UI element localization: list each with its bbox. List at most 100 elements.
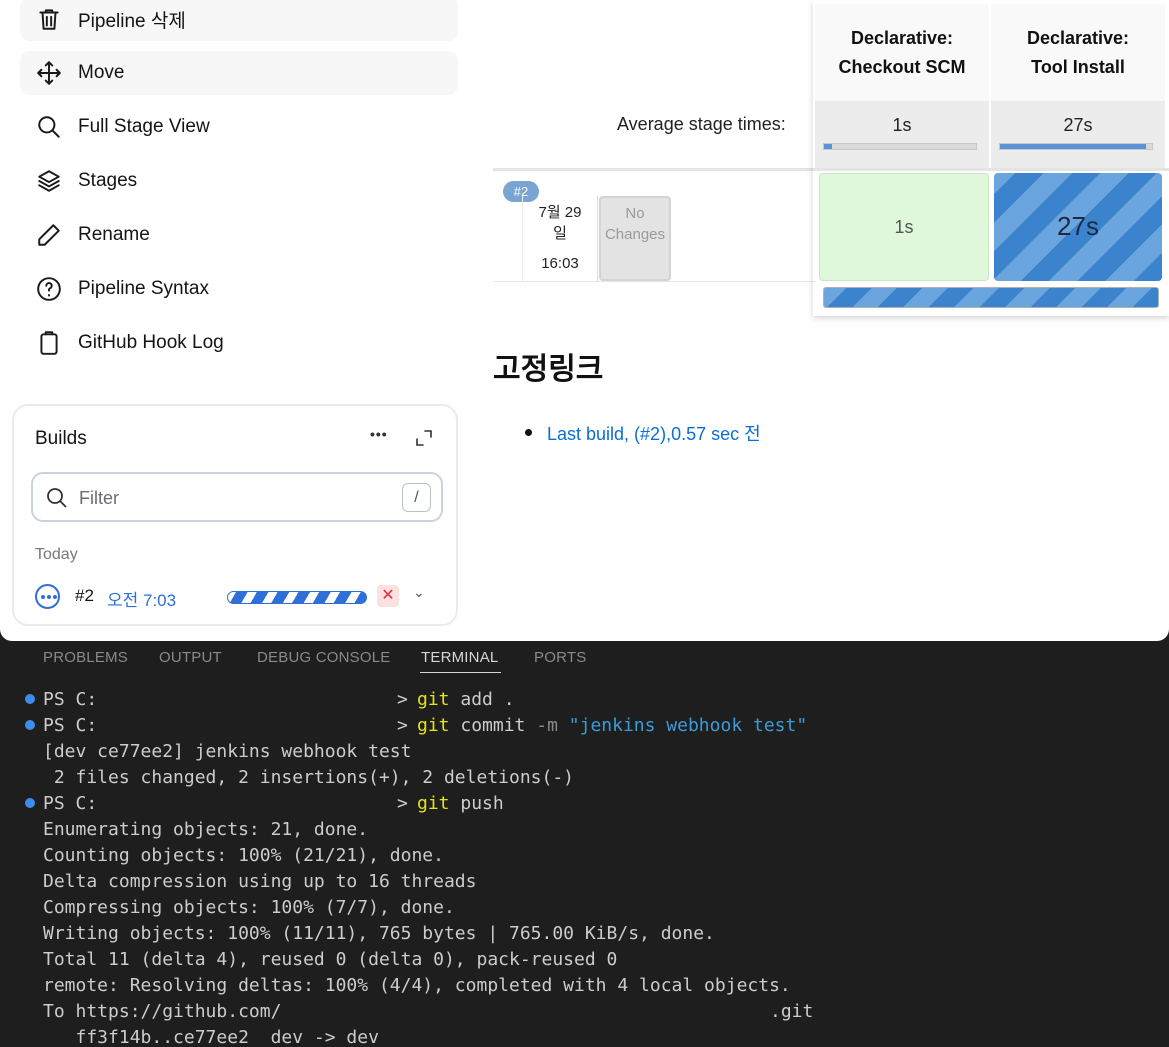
terminal-line: 2 files changed, 2 insertions(+), 2 dele…: [43, 767, 575, 788]
builds-card: Builds ••• Filter / Today #2 오전 7:03 ✕ ⌄: [12, 404, 458, 626]
sidebar-item-label: Rename: [78, 224, 150, 245]
command-status-icon: [25, 720, 35, 730]
terminal-line: PS C: > git push: [43, 791, 504, 817]
terminal-line: PS C: > git commit -m "jenkins webhook tes…: [43, 713, 807, 739]
tab-terminal[interactable]: TERMINAL: [421, 649, 498, 666]
stage-header-line: Declarative:: [850, 27, 954, 48]
divider: [493, 168, 1169, 171]
command-args: push: [460, 793, 504, 814]
search-icon: [34, 112, 64, 142]
sidebar-item-stages[interactable]: Stages: [20, 159, 458, 203]
jenkins-panel: Pipeline 삭제 Move Full Stage View Stages …: [0, 0, 1169, 641]
git-keyword: git: [417, 689, 450, 710]
run-changes[interactable]: No Changes: [599, 196, 671, 281]
sidebar-item-move[interactable]: Move: [20, 51, 458, 95]
build-progress-bar: [227, 591, 367, 604]
builds-group-label: Today: [35, 546, 78, 563]
sidebar-item-delete-pipeline[interactable]: Pipeline 삭제: [20, 0, 458, 41]
stage-cell-tool-install[interactable]: 27s: [994, 173, 1162, 281]
build-number[interactable]: #2: [75, 586, 94, 606]
avg-time-bar: [823, 143, 977, 150]
sidebar-item-label: Move: [78, 62, 125, 83]
permalinks-title: 고정링크: [493, 353, 604, 386]
run-progress-bar: [823, 287, 1159, 308]
move-icon: [34, 58, 64, 88]
filter-shortcut-key: /: [402, 483, 431, 512]
trash-icon: [34, 4, 64, 34]
expand-icon[interactable]: [414, 428, 434, 448]
stage-header-line: Declarative:: [1026, 27, 1130, 48]
avg-time-tool-install: 27s: [991, 101, 1165, 168]
builds-filter-input[interactable]: Filter /: [31, 472, 443, 522]
stop-build-icon[interactable]: ✕: [377, 585, 399, 607]
remote-suffix: .git: [770, 1001, 814, 1022]
build-time: 오전 7:03: [107, 591, 177, 610]
tab-output[interactable]: OUTPUT: [159, 649, 222, 666]
divider: [493, 281, 815, 282]
run-time: 16:03: [541, 255, 579, 272]
bullet: [525, 429, 532, 436]
help-circle-icon: [34, 274, 64, 304]
terminal-line: Enumerating objects: 21, done.: [43, 819, 369, 840]
avg-time-value: 27s: [1063, 115, 1093, 135]
terminal-line: Writing objects: 100% (11/11), 765 bytes…: [43, 923, 715, 944]
prompt: PS C:: [43, 689, 98, 710]
command-flag: -m: [536, 715, 558, 736]
sidebar-item-label: Pipeline 삭제: [78, 10, 186, 32]
running-status-icon: [35, 584, 60, 609]
average-stage-times-label: Average stage times:: [617, 114, 786, 134]
active-tab-underline: [420, 672, 501, 673]
run-date: 7월 29 일 16:03: [522, 196, 598, 281]
run-date-line: 일: [553, 225, 567, 242]
tab-ports[interactable]: PORTS: [534, 649, 586, 666]
sidebar-item-full-stage-view[interactable]: Full Stage View: [20, 105, 458, 149]
run-date-line: 7월 29: [538, 204, 582, 221]
prompt-end: >: [397, 689, 408, 710]
avg-time-value: 1s: [892, 115, 912, 135]
terminal-line: [dev ce77ee2] jenkins webhook test: [43, 741, 412, 762]
terminal-line: PS C: > git add .: [43, 687, 515, 713]
more-options-icon[interactable]: •••: [370, 426, 388, 442]
last-build-link[interactable]: Last build, (#2),0.57 sec 전: [547, 420, 761, 446]
terminal-line: To https://github.com/ .git: [43, 999, 813, 1025]
search-icon: [47, 488, 67, 508]
prompt: PS C:: [43, 715, 98, 736]
sidebar-item-github-hook-log[interactable]: GitHub Hook Log: [20, 321, 458, 365]
stage-header-tool-install: Declarative: Tool Install: [991, 4, 1165, 101]
sidebar-item-rename[interactable]: Rename: [20, 213, 458, 257]
terminal-line: Compressing objects: 100% (7/7), done.: [43, 897, 455, 918]
command-args: commit: [460, 715, 526, 736]
stage-header-checkout-scm: Declarative: Checkout SCM: [815, 4, 989, 101]
command-status-icon: [25, 798, 35, 808]
build-row[interactable]: #2 오전 7:03 ✕ ⌄: [35, 582, 435, 612]
chevron-down-icon[interactable]: ⌄: [413, 584, 425, 601]
prompt-end: >: [397, 715, 408, 736]
terminal-line: remote: Resolving deltas: 100% (4/4), co…: [43, 975, 791, 996]
sidebar-item-label: Full Stage View: [78, 116, 210, 137]
sidebar-item-label: GitHub Hook Log: [78, 332, 224, 353]
sidebar-item-label: Stages: [78, 170, 138, 191]
terminal-line: Total 11 (delta 4), reused 0 (delta 0), …: [43, 949, 618, 970]
prompt-end: >: [397, 793, 408, 814]
builds-title: Builds: [35, 428, 87, 449]
stage-cell-checkout-scm[interactable]: 1s: [819, 173, 989, 281]
terminal-line: Delta compression using up to 16 threads: [43, 871, 477, 892]
git-keyword: git: [417, 715, 450, 736]
changes-line: No: [625, 205, 645, 222]
command-status-icon: [25, 694, 35, 704]
stage-header-line: Tool Install: [1031, 56, 1125, 77]
avg-time-checkout-scm: 1s: [815, 101, 989, 168]
tab-debug-console[interactable]: DEBUG CONSOLE: [257, 649, 390, 666]
avg-time-bar: [999, 143, 1153, 150]
tab-problems[interactable]: PROBLEMS: [43, 649, 128, 666]
panel-tabs: PROBLEMS OUTPUT DEBUG CONSOLE TERMINAL P…: [0, 641, 1169, 681]
clipboard-icon: [34, 328, 64, 358]
terminal-line: Counting objects: 100% (21/21), done.: [43, 845, 444, 866]
sidebar-item-pipeline-syntax[interactable]: Pipeline Syntax: [20, 267, 458, 311]
command-string: "jenkins webhook test": [568, 715, 808, 736]
remote-url: To https://github.com/: [43, 1001, 282, 1022]
layers-icon: [34, 166, 64, 196]
prompt: PS C:: [43, 793, 98, 814]
stage-header-line: Checkout SCM: [838, 56, 966, 77]
pencil-icon: [34, 220, 64, 250]
